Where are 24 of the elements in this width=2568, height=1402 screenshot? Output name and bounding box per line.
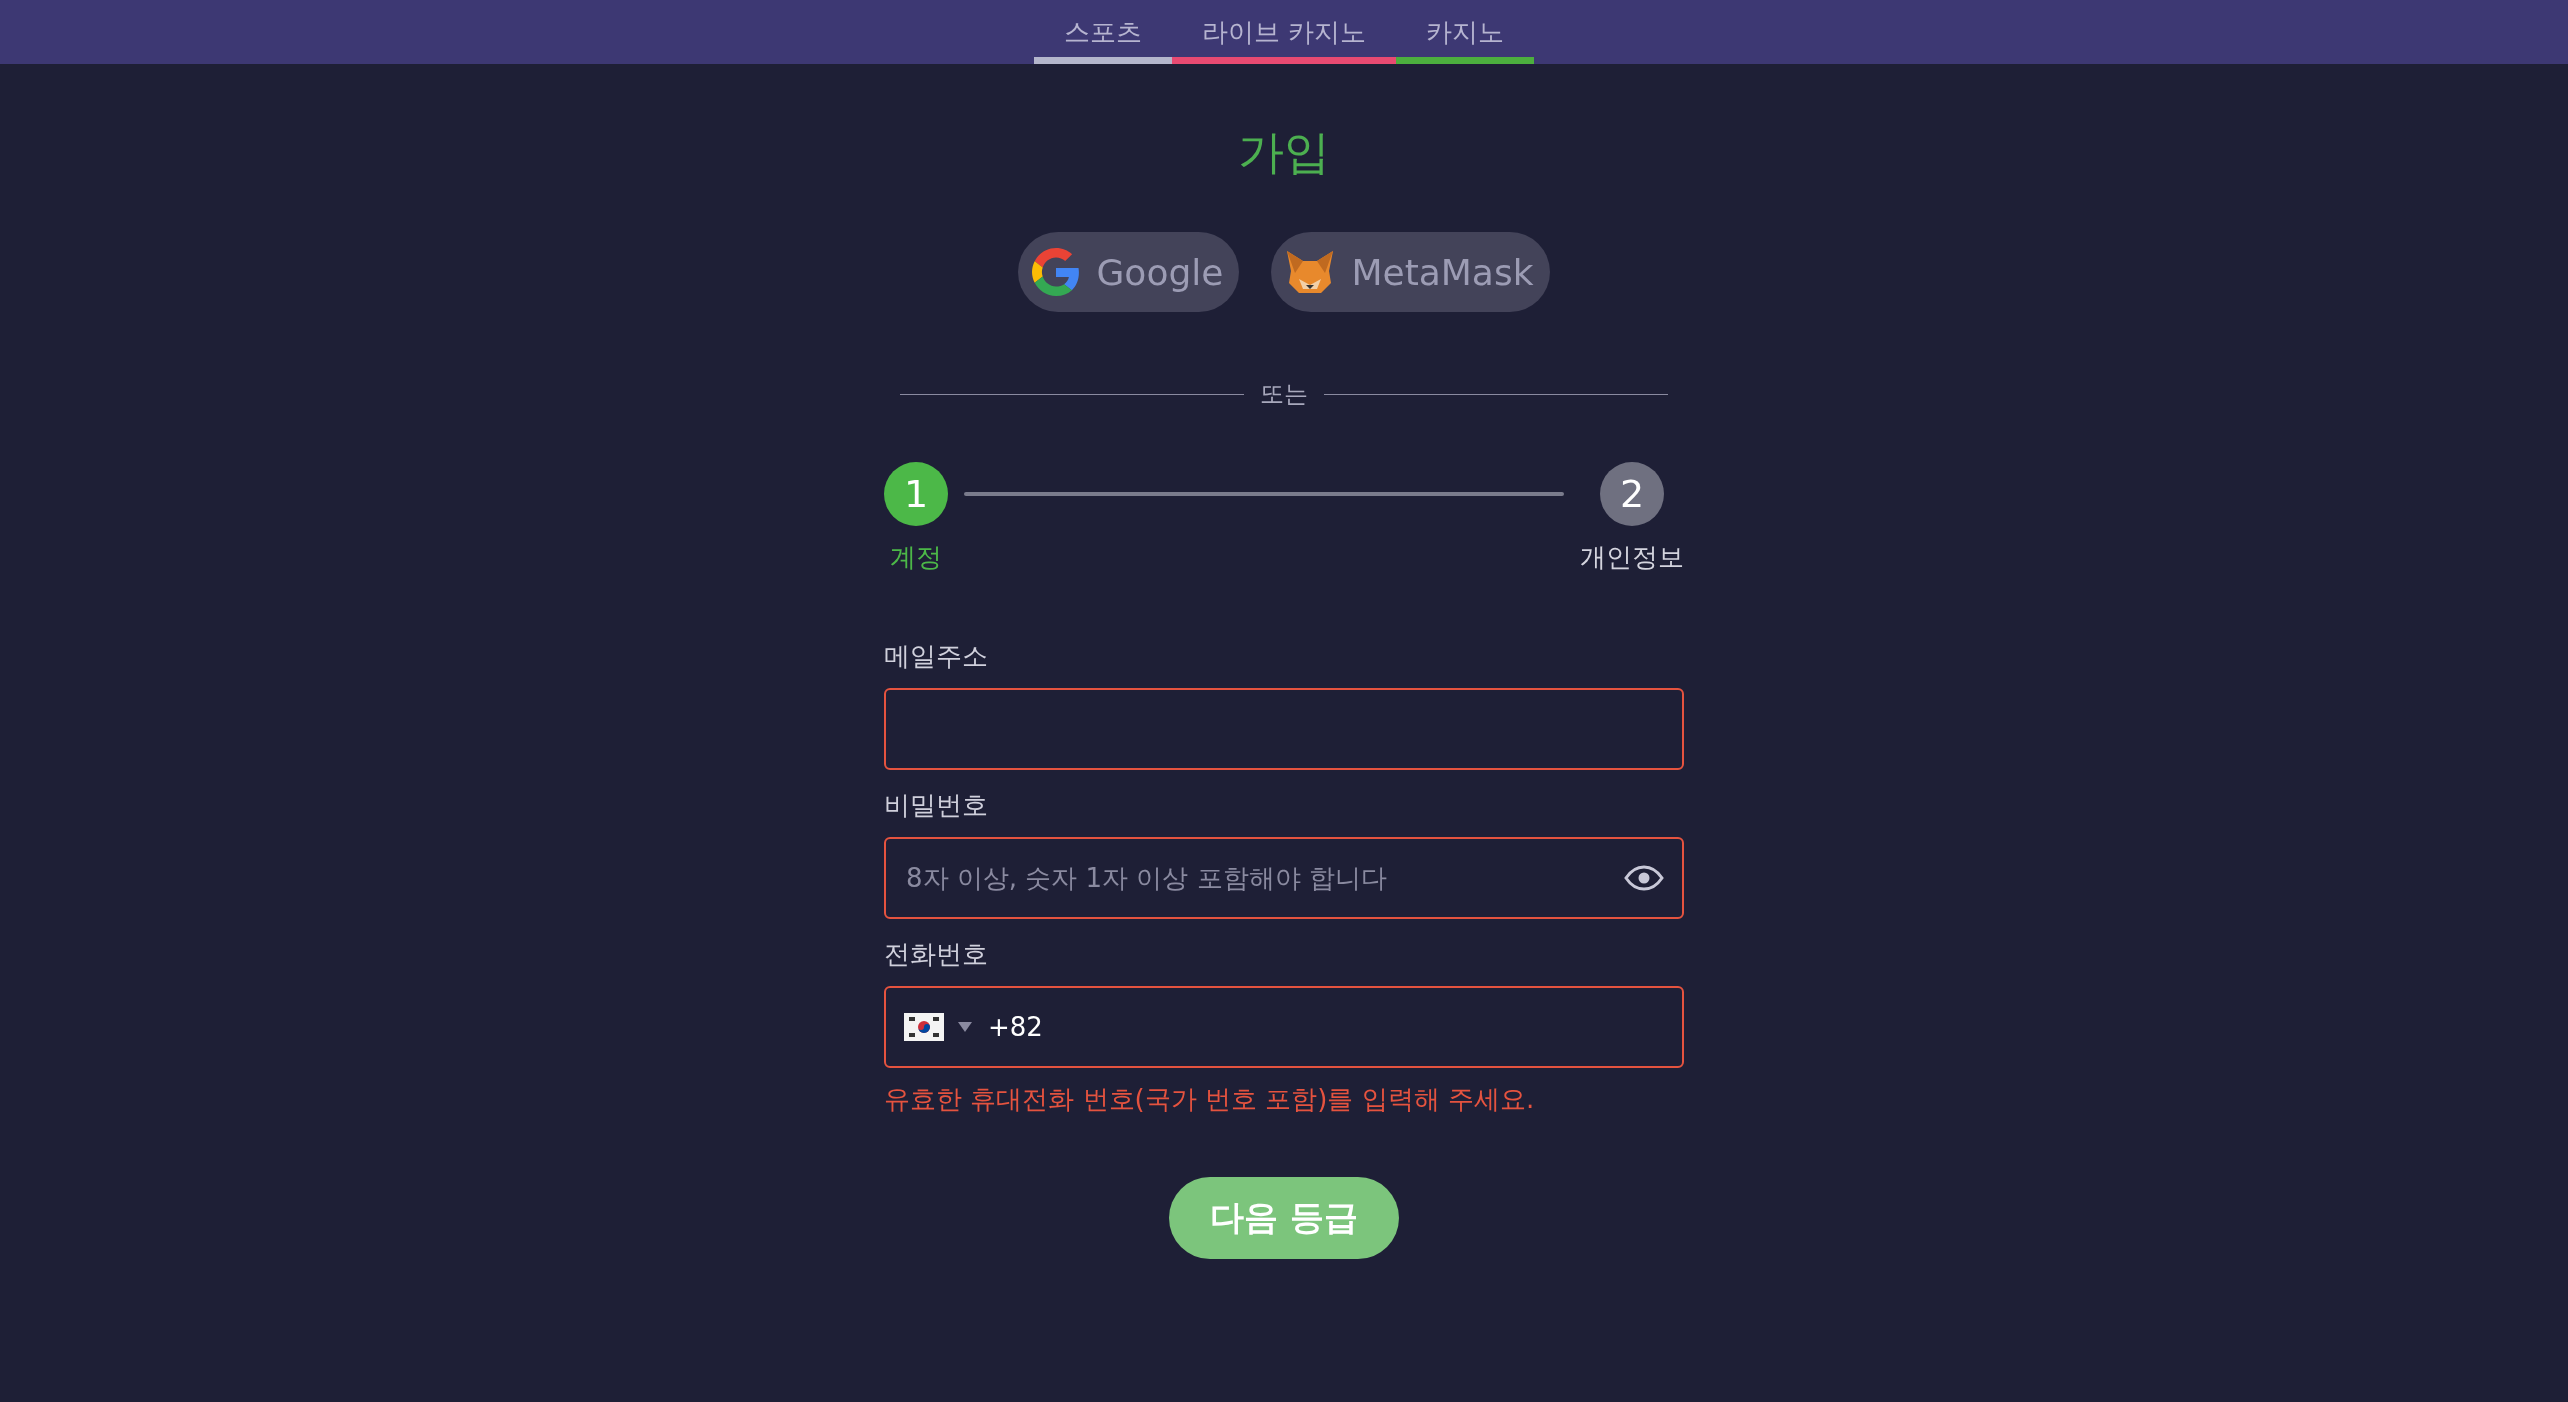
step-circle: 1 [884, 462, 948, 526]
page-title: 가입 [1238, 124, 1330, 181]
wallet-login-button[interactable]: MetaMask [1271, 232, 1550, 312]
nav-tab[interactable]: 스포츠 [1033, 0, 1172, 64]
divider-label: 또는 [1260, 379, 1308, 410]
field-label: 전화번호 [884, 938, 989, 971]
field-label: 메일주소 [884, 640, 989, 673]
password-field[interactable]: 8자 이상, 숫자 1자 이상 포함해야 합니다 [884, 837, 1684, 919]
google-icon [1032, 248, 1081, 296]
google-login-button[interactable]: Google [1018, 232, 1240, 312]
flag-icon[interactable] [904, 1013, 944, 1041]
phone-input[interactable]: +82 [986, 1011, 1664, 1043]
fox-icon [1285, 249, 1336, 295]
password-input[interactable]: 8자 이상, 숫자 1자 이상 포함해야 합니다 [904, 862, 1610, 894]
phone-field[interactable]: +82 [884, 986, 1684, 1068]
step-label: 계정 [890, 541, 942, 574]
step-circle: 2 [1600, 462, 1664, 526]
nav-tab[interactable]: 라이브 카지노 [1171, 0, 1397, 64]
field-label: 비밀번호 [884, 789, 989, 822]
nav-tab[interactable]: 카지노 [1396, 0, 1535, 64]
error-message: 유효한 휴대전화 번호(국가 번호 포함)를 입력해 주세요. [884, 1083, 1536, 1116]
step-label: 개인정보 [1580, 541, 1684, 574]
caret-icon[interactable] [958, 1022, 972, 1032]
eye-icon[interactable] [1624, 865, 1664, 891]
